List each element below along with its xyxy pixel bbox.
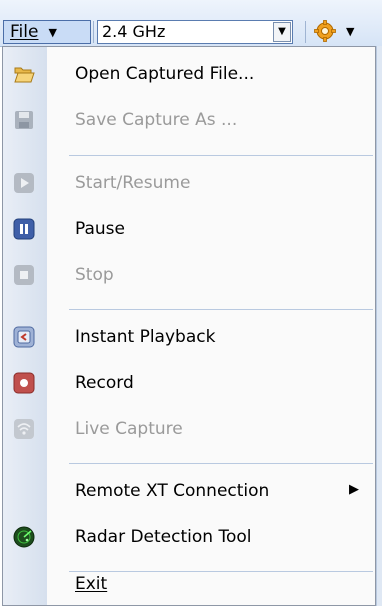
- menu-item-open-captured-file[interactable]: Open Captured File...: [3, 51, 375, 97]
- save-disk-icon: [15, 111, 33, 129]
- menu-item-label: Instant Playback: [75, 327, 216, 347]
- menu-separator: [69, 309, 373, 310]
- menu-item-live-capture[interactable]: Live Capture: [3, 406, 375, 452]
- settings-dropdown-arrow-icon[interactable]: ▼: [346, 25, 354, 38]
- record-icon: [13, 372, 35, 394]
- file-menu-label: File: [10, 22, 39, 42]
- toolbar-separator: [93, 21, 94, 43]
- menu-separator: [69, 155, 373, 156]
- instant-playback-icon: [13, 326, 35, 348]
- stop-icon: [14, 265, 34, 285]
- menu-item-label: Pause: [75, 219, 125, 239]
- menu-item-stop[interactable]: Stop: [3, 252, 375, 298]
- frequency-value: 2.4 GHz: [102, 22, 166, 41]
- menu-item-label: Remote XT Connection: [75, 481, 270, 501]
- menu-item-label: Exit: [75, 574, 108, 594]
- menu-item-label: Live Capture: [75, 419, 183, 439]
- menu-item-exit[interactable]: Exit: [3, 562, 375, 606]
- menu-item-radar-detection-tool[interactable]: Radar Detection Tool: [3, 514, 375, 560]
- background-panel-edge: [376, 46, 382, 606]
- menu-item-label: Radar Detection Tool: [75, 527, 252, 547]
- menu-item-label: Save Capture As ...: [75, 110, 238, 130]
- menu-item-label: Open Captured File...: [75, 64, 255, 84]
- play-icon: [14, 173, 34, 193]
- menu-item-remote-xt-connection[interactable]: Remote XT Connection ▶: [3, 468, 375, 514]
- submenu-arrow-icon: ▶: [349, 482, 359, 497]
- menu-item-label: Stop: [75, 265, 114, 285]
- menu-item-start-resume[interactable]: Start/Resume: [3, 160, 375, 206]
- pause-icon: [13, 218, 35, 240]
- toolbar-separator: [305, 21, 306, 43]
- file-dropdown-arrow-icon: ▼: [48, 25, 57, 39]
- wireless-icon: [14, 419, 34, 439]
- radar-icon: [13, 526, 35, 548]
- frequency-select[interactable]: 2.4 GHz ▼: [97, 20, 293, 44]
- open-folder-icon: [14, 67, 35, 83]
- file-menu-dropdown: Open Captured File... Save Capture As ..…: [2, 46, 376, 606]
- toolbar: File ▼ 2.4 GHz ▼ ▼: [0, 0, 382, 47]
- frequency-dropdown-arrow-icon[interactable]: ▼: [273, 22, 291, 42]
- menu-item-save-capture-as[interactable]: Save Capture As ...: [3, 97, 375, 143]
- menu-item-instant-playback[interactable]: Instant Playback: [3, 314, 375, 360]
- menu-separator: [69, 463, 373, 464]
- menu-item-record[interactable]: Record: [3, 360, 375, 406]
- gear-icon[interactable]: [313, 19, 337, 43]
- file-menu-button[interactable]: File ▼: [3, 20, 91, 44]
- menu-item-pause[interactable]: Pause: [3, 206, 375, 252]
- menu-item-label: Record: [75, 373, 134, 393]
- menu-item-label: Start/Resume: [75, 173, 191, 193]
